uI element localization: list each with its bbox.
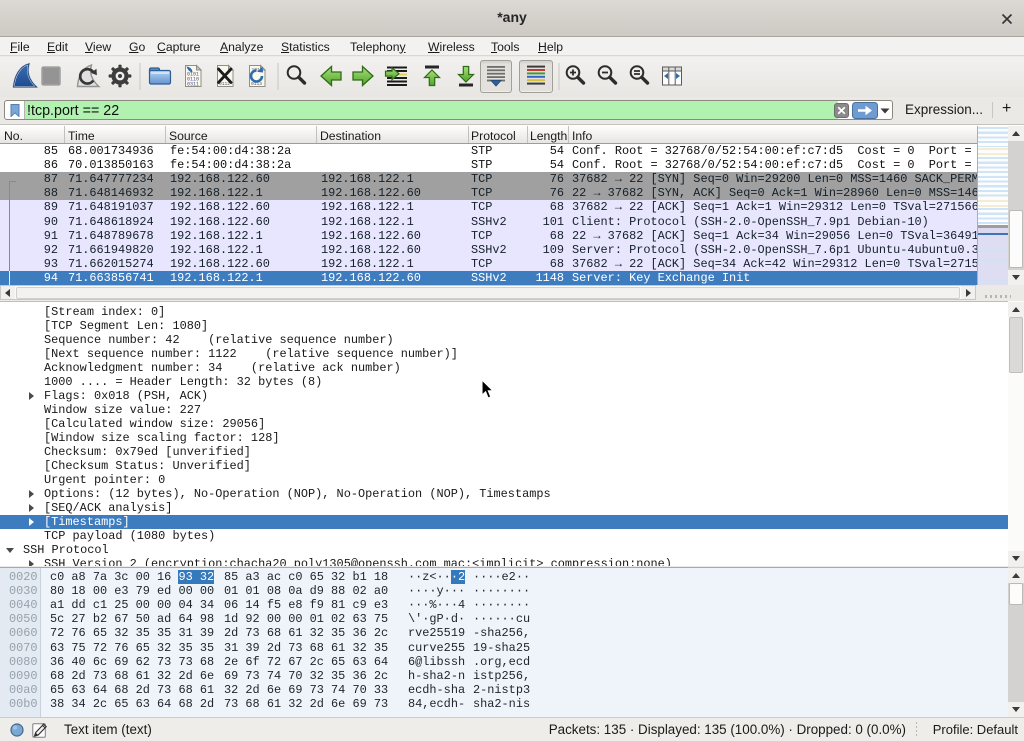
svg-text:0311: 0311: [187, 82, 199, 88]
